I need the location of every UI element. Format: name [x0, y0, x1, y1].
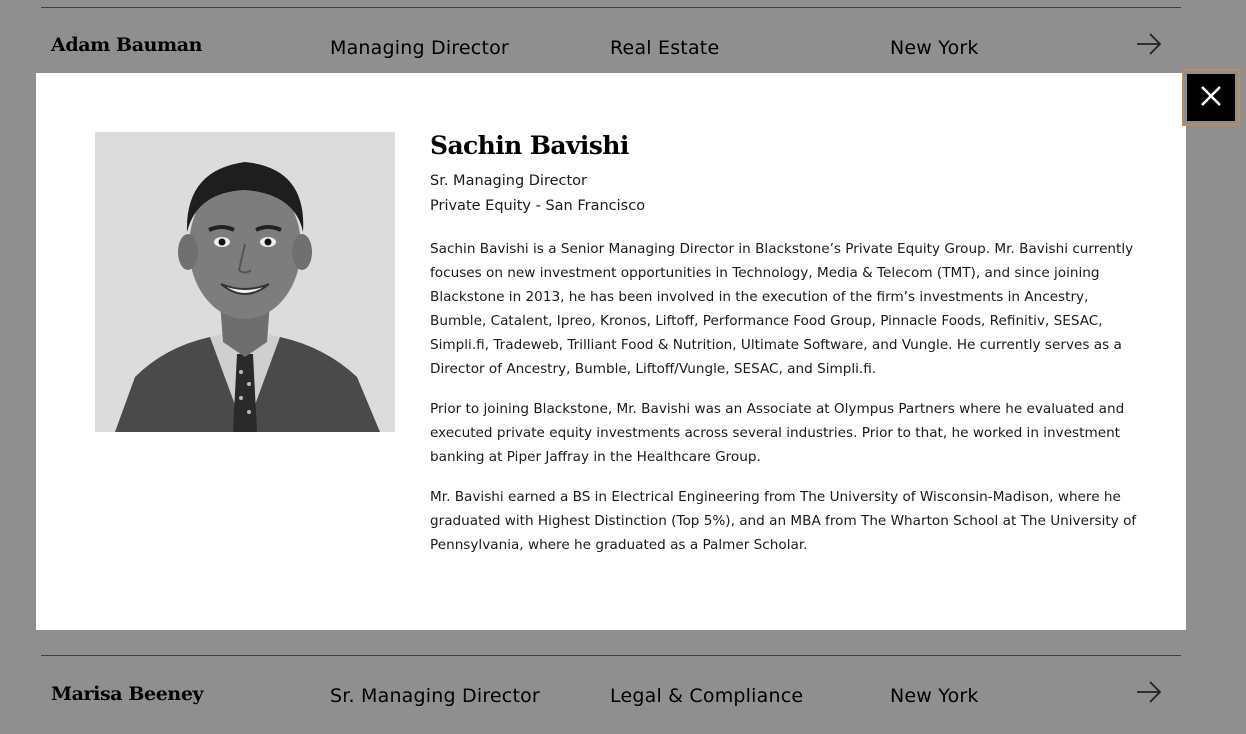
directory-row[interactable]: Marisa Beeney Sr. Managing Director Lega… — [41, 655, 1181, 733]
bio-content: Sachin Bavishi Sr. Managing Director Pri… — [430, 131, 1142, 557]
page: Adam Bauman Managing Director Real Estat… — [0, 0, 1246, 734]
arrow-right-icon[interactable] — [1135, 32, 1163, 56]
person-department: Private Equity - San Francisco — [430, 198, 646, 214]
row-name[interactable]: Adam Bauman — [51, 34, 202, 56]
person-title: Sr. Managing Director — [430, 173, 588, 189]
person-name: Sachin Bavishi — [430, 131, 629, 160]
row-group: Legal & Compliance — [610, 685, 804, 707]
row-name[interactable]: Marisa Beeney — [51, 683, 204, 705]
row-title: Managing Director — [330, 37, 509, 59]
close-button-surface[interactable] — [1187, 74, 1235, 121]
row-title: Sr. Managing Director — [330, 685, 540, 707]
close-icon[interactable] — [1200, 85, 1222, 111]
bio-paragraph: Mr. Bavishi earned a BS in Electrical En… — [430, 489, 1137, 553]
bio-paragraph: Sachin Bavishi is a Senior Managing Dire… — [430, 241, 1134, 377]
row-city: New York — [890, 685, 979, 707]
close-button[interactable] — [1182, 69, 1240, 126]
arrow-right-icon[interactable] — [1135, 680, 1163, 704]
row-group: Real Estate — [610, 37, 720, 59]
bio-paragraph: Prior to joining Blackstone, Mr. Bavishi… — [430, 401, 1125, 465]
bio-modal: Sachin Bavishi Sr. Managing Director Pri… — [36, 73, 1186, 630]
row-city: New York — [890, 37, 979, 59]
headshot-photo — [95, 132, 395, 432]
